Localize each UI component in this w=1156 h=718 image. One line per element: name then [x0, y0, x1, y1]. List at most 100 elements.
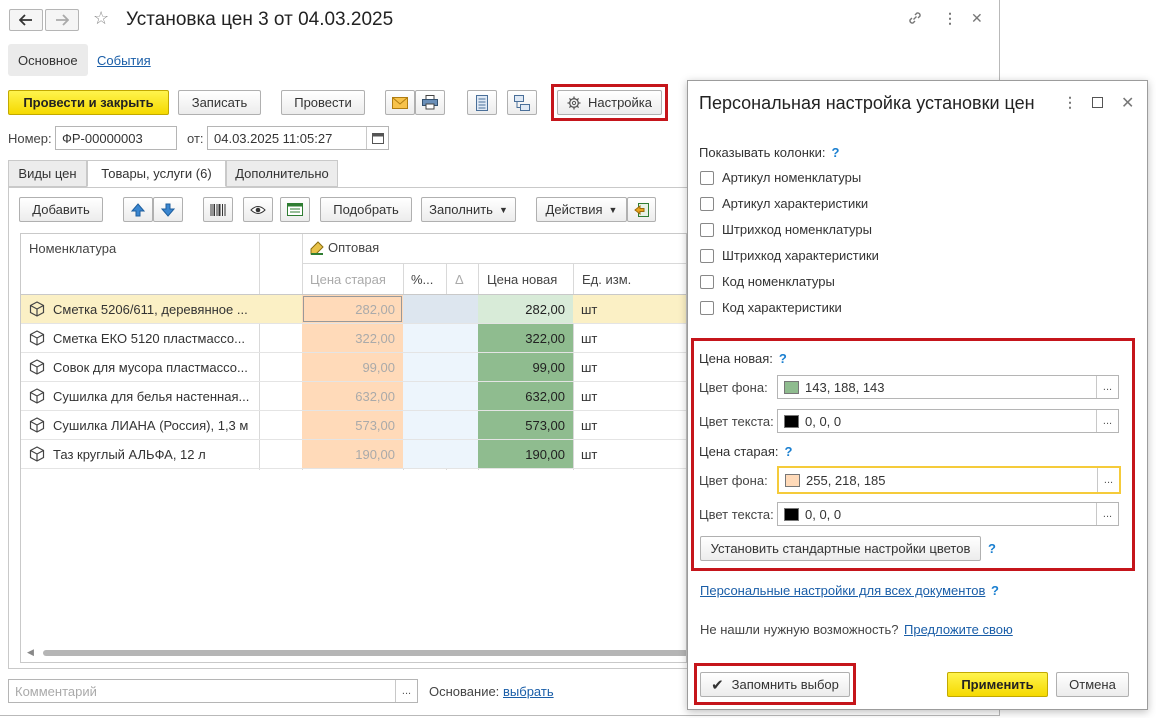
email-button[interactable]	[385, 90, 415, 115]
add-button[interactable]: Добавить	[19, 197, 103, 222]
column-header-name[interactable]: Номенклатура	[29, 241, 116, 256]
goods-table[interactable]: Номенклатура Оптовая Цена старая %... Δ …	[20, 233, 687, 663]
checkbox-article-item[interactable]: Артикул номенклатуры	[700, 170, 861, 185]
basis-link[interactable]: выбрать	[503, 684, 554, 699]
cell-percent[interactable]	[403, 411, 446, 439]
column-header-new-price[interactable]: Цена новая	[487, 272, 557, 287]
tab-additional[interactable]: Дополнительно	[226, 160, 338, 187]
checkbox[interactable]	[700, 222, 714, 237]
tab-price-types[interactable]: Виды цен	[8, 160, 87, 187]
cell-percent[interactable]	[403, 324, 446, 352]
back-button[interactable]	[9, 9, 43, 31]
ellipsis-icon[interactable]: ...	[1097, 468, 1119, 492]
table-row[interactable]: Сушилка для белья настенная... 632,00 63…	[21, 382, 686, 411]
checkbox-code-characteristic[interactable]: Код характеристики	[700, 300, 842, 315]
more-vertical-icon[interactable]: ⋮	[1063, 94, 1077, 111]
remember-choice-button[interactable]: ✔ Запомнить выбор	[700, 672, 850, 697]
more-vertical-icon[interactable]: ⋮	[943, 10, 957, 27]
move-down-button[interactable]	[153, 197, 183, 222]
cell-delta[interactable]	[446, 440, 478, 468]
cell-percent[interactable]	[403, 295, 446, 323]
checkbox-barcode-characteristic[interactable]: Штрихкод характеристики	[700, 248, 879, 263]
cell-unit[interactable]: шт	[573, 295, 683, 323]
column-header-unit[interactable]: Ед. изм.	[582, 272, 631, 287]
cell-delta[interactable]	[446, 295, 478, 323]
old-text-color-field[interactable]: 0, 0, 0 ...	[777, 502, 1119, 526]
ellipsis-icon[interactable]: ...	[1096, 376, 1118, 398]
print-button[interactable]	[415, 90, 445, 115]
cell-new-price[interactable]: 282,00	[478, 295, 573, 323]
view-button[interactable]	[243, 197, 273, 222]
cancel-button[interactable]: Отмена	[1056, 672, 1129, 697]
calendar-icon[interactable]	[366, 127, 388, 149]
cell-unit[interactable]: шт	[573, 382, 683, 410]
new-bg-color-field[interactable]: 143, 188, 143 ...	[777, 375, 1119, 399]
column-header-delta[interactable]: Δ	[455, 272, 464, 287]
cell-unit[interactable]: шт	[573, 411, 683, 439]
date-field[interactable]: 04.03.2025 11:05:27	[207, 126, 389, 150]
cell-percent[interactable]	[403, 382, 446, 410]
cell-old-price[interactable]: 190,00	[302, 440, 403, 468]
table-row[interactable]: Таз круглый АЛЬФА, 12 л 190,00 190,00 шт	[21, 440, 686, 469]
ellipsis-icon[interactable]: ...	[1096, 503, 1118, 525]
apply-button[interactable]: Применить	[947, 672, 1048, 697]
checkbox[interactable]	[700, 170, 714, 185]
checkbox-code-item[interactable]: Код номенклатуры	[700, 274, 835, 289]
cell-delta[interactable]	[446, 411, 478, 439]
export-button[interactable]	[627, 197, 656, 222]
number-field[interactable]: ФР-00000003	[55, 126, 177, 150]
settings-button[interactable]: Настройка	[557, 90, 662, 115]
comment-field[interactable]: Комментарий ...	[8, 679, 418, 703]
table-row[interactable]: Сметка 5206/611, деревянное ... 282,00 2…	[21, 295, 686, 324]
report-button[interactable]	[467, 90, 497, 115]
cell-new-price[interactable]: 573,00	[478, 411, 573, 439]
ellipsis-icon[interactable]: ...	[1096, 410, 1118, 432]
save-button[interactable]: Записать	[178, 90, 261, 115]
help-icon[interactable]: ?	[785, 444, 793, 459]
checkbox-barcode-item[interactable]: Штрихкод номенклатуры	[700, 222, 872, 237]
cell-delta[interactable]	[446, 324, 478, 352]
personal-settings-all-docs-link[interactable]: Персональные настройки для всех документ…	[700, 583, 985, 598]
table-row[interactable]: Сметка ЕКО 5120 пластмассо... 322,00 322…	[21, 324, 686, 353]
new-text-color-field[interactable]: 0, 0, 0 ...	[777, 409, 1119, 433]
column-header-old-price[interactable]: Цена старая	[310, 272, 386, 287]
cell-unit[interactable]: шт	[573, 353, 683, 381]
cell-percent[interactable]	[403, 353, 446, 381]
close-icon[interactable]: ✕	[1121, 93, 1134, 113]
cell-old-price[interactable]: 632,00	[302, 382, 403, 410]
cell-old-price[interactable]: 573,00	[302, 411, 403, 439]
cell-old-price[interactable]: 99,00	[302, 353, 403, 381]
tab-main[interactable]: Основное	[8, 44, 88, 76]
tab-events[interactable]: События	[87, 44, 161, 76]
post-and-close-button[interactable]: Провести и закрыть	[8, 90, 169, 115]
actions-button[interactable]: Действия ▼	[536, 197, 627, 222]
checkbox[interactable]	[700, 248, 714, 263]
checkbox[interactable]	[700, 300, 714, 315]
cell-unit[interactable]: шт	[573, 440, 683, 468]
cell-delta[interactable]	[446, 382, 478, 410]
move-up-button[interactable]	[123, 197, 153, 222]
star-icon[interactable]: ☆	[93, 8, 109, 29]
table-row[interactable]: Сушилка ЛИАНА (Россия), 1,3 м 573,00 573…	[21, 411, 686, 440]
suggest-link[interactable]: Предложите свою	[904, 622, 1013, 637]
checkbox[interactable]	[700, 196, 714, 211]
old-bg-color-field[interactable]: 255, 218, 185 ...	[777, 466, 1121, 494]
cell-new-price[interactable]: 632,00	[478, 382, 573, 410]
help-icon[interactable]: ?	[779, 351, 787, 366]
cell-old-price[interactable]: 282,00	[302, 295, 403, 323]
table-row[interactable]: Совок для мусора пластмассо... 99,00 99,…	[21, 353, 686, 382]
pick-button[interactable]: Подобрать	[320, 197, 412, 222]
tab-goods[interactable]: Товары, услуги (6)	[87, 160, 226, 187]
link-icon[interactable]	[907, 10, 923, 29]
forward-button[interactable]	[45, 9, 79, 31]
cell-new-price[interactable]: 322,00	[478, 324, 573, 352]
fill-button[interactable]: Заполнить ▼	[421, 197, 516, 222]
cell-new-price[interactable]: 99,00	[478, 353, 573, 381]
checkbox[interactable]	[700, 274, 714, 289]
cell-old-price[interactable]: 322,00	[302, 324, 403, 352]
cell-unit[interactable]: шт	[573, 324, 683, 352]
barcode-button[interactable]	[203, 197, 233, 222]
horizontal-scrollbar[interactable]: ◀	[21, 646, 686, 660]
help-icon[interactable]: ?	[831, 145, 839, 160]
column-header-percent[interactable]: %...	[411, 272, 433, 287]
